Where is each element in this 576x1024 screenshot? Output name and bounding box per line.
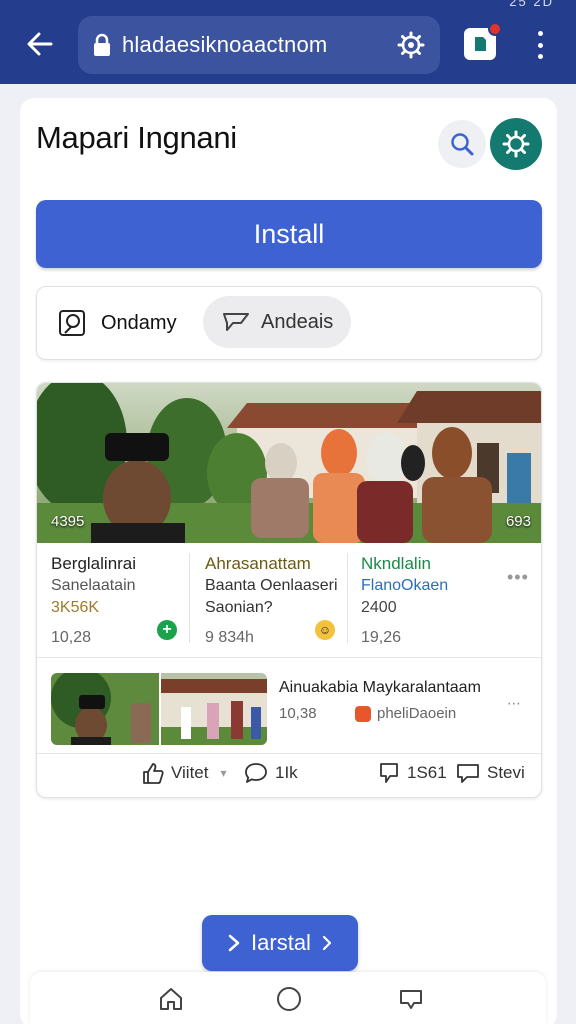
share-button[interactable]: Stevi bbox=[455, 761, 525, 785]
chat-icon bbox=[400, 990, 422, 1009]
photo-illustration bbox=[37, 383, 541, 543]
column-subtitle: Sanelaatain bbox=[51, 577, 136, 594]
notification-dot bbox=[488, 22, 502, 36]
column-subtitle: Baanta Oenlaaseri bbox=[205, 577, 338, 594]
group-photo[interactable]: 4395 693 bbox=[37, 383, 541, 543]
search-icon bbox=[451, 133, 474, 156]
divider bbox=[347, 553, 348, 643]
save-button[interactable]: 1S61 bbox=[377, 761, 447, 785]
share-label: Stevi bbox=[487, 763, 525, 782]
gear-icon bbox=[502, 130, 530, 158]
chevron-right-icon bbox=[322, 935, 332, 951]
search-button[interactable] bbox=[438, 120, 486, 168]
like-button[interactable]: Viitet ▾ bbox=[141, 761, 227, 785]
caret-icon: ▾ bbox=[220, 766, 227, 780]
add-icon[interactable]: + bbox=[157, 620, 177, 640]
nav-center[interactable] bbox=[274, 984, 304, 1014]
column-detail: 2400 bbox=[361, 599, 397, 616]
story-source: pheliDaoein bbox=[355, 705, 456, 722]
url-text: hladaesiknoaactnom bbox=[122, 32, 328, 57]
like-label: Viitet bbox=[171, 763, 209, 782]
comment-label: 1Ik bbox=[275, 763, 298, 782]
story-thumbnails[interactable] bbox=[51, 673, 267, 745]
lock-icon bbox=[94, 33, 110, 56]
divider bbox=[37, 753, 541, 754]
thumbnail-illustration bbox=[51, 673, 267, 745]
dot-icon bbox=[537, 54, 543, 59]
filter-chips: Ondamy Andeais bbox=[36, 286, 542, 360]
photo-count-left: 4395 bbox=[51, 513, 85, 530]
actions-row: Viitet ▾ 1Ik 1S61 Stevi bbox=[37, 755, 541, 797]
chip-ondamy[interactable]: Ondamy bbox=[57, 305, 177, 341]
comment-button[interactable]: 1Ik bbox=[243, 761, 298, 785]
save-label: 1S61 bbox=[407, 763, 447, 782]
column-title: Berglalinrai bbox=[51, 554, 137, 573]
nav-home[interactable] bbox=[156, 984, 186, 1014]
column-title: Nkndlalin bbox=[361, 554, 431, 573]
share-mini-icon[interactable]: ⋯ bbox=[507, 695, 521, 712]
column-detail: 3K56K bbox=[51, 599, 100, 616]
bottom-navigation bbox=[30, 972, 546, 1024]
story-time: 10,38 bbox=[279, 705, 317, 722]
chevron-right-icon bbox=[228, 934, 240, 952]
nav-messages[interactable] bbox=[396, 984, 426, 1014]
circle-icon bbox=[277, 987, 301, 1011]
divider bbox=[37, 657, 541, 658]
bookmark-icon bbox=[380, 763, 398, 783]
site-settings-icon[interactable] bbox=[396, 30, 426, 60]
browser-toolbar: 25 2D hladaesiknoaactnom bbox=[0, 0, 576, 84]
document-icon bbox=[59, 310, 85, 336]
chip-andeais[interactable]: Andeais bbox=[203, 296, 351, 348]
chip-label: Andeais bbox=[261, 310, 334, 333]
story-title[interactable]: Ainuakabia Maykaralantaam bbox=[279, 679, 481, 697]
share-icon bbox=[457, 764, 479, 783]
column-detail: Saonian? bbox=[205, 599, 273, 616]
column-title: Ahrasanattam bbox=[205, 554, 311, 573]
floating-install-label: Iarstal bbox=[251, 930, 311, 955]
message-icon bbox=[223, 313, 249, 331]
app-page-card: Mapari Ingnani Install Ondamy Andeais 43… bbox=[20, 98, 557, 1024]
page-title: Mapari Ingnani bbox=[36, 120, 237, 155]
comment-icon bbox=[245, 763, 267, 783]
status-text: 25 2D bbox=[509, 0, 554, 9]
settings-button[interactable] bbox=[490, 118, 542, 170]
back-arrow-icon bbox=[27, 32, 53, 56]
home-icon bbox=[160, 988, 182, 1010]
dot-icon bbox=[537, 42, 543, 48]
column-meta: 19,26 bbox=[361, 629, 402, 646]
floating-install-button[interactable]: Iarstal bbox=[202, 915, 358, 971]
chip-label: Ondamy bbox=[101, 311, 177, 334]
tab-icon bbox=[475, 37, 486, 51]
install-button[interactable]: Install bbox=[36, 200, 542, 268]
photo-count-right: 693 bbox=[505, 513, 531, 530]
more-options-icon[interactable]: ••• bbox=[507, 567, 529, 588]
overflow-menu-button[interactable] bbox=[526, 28, 554, 62]
divider bbox=[189, 553, 190, 643]
dot-icon bbox=[537, 31, 543, 36]
like-icon bbox=[143, 763, 164, 784]
source-icon bbox=[355, 705, 371, 722]
tabs-button[interactable] bbox=[464, 22, 502, 60]
feed-card: 4395 693 Berglalinrai Sanelaatain 3K56K … bbox=[36, 382, 542, 798]
emoji-icon[interactable]: ☺ bbox=[315, 620, 335, 640]
info-column-3[interactable]: Nkndlalin FlanoOkaen 2400 19,26 bbox=[361, 553, 531, 653]
source-label: pheliDaoein bbox=[377, 705, 457, 722]
column-subtitle: FlanoOkaen bbox=[361, 577, 449, 594]
address-bar[interactable]: hladaesiknoaactnom bbox=[78, 16, 440, 74]
back-button[interactable] bbox=[20, 24, 60, 64]
